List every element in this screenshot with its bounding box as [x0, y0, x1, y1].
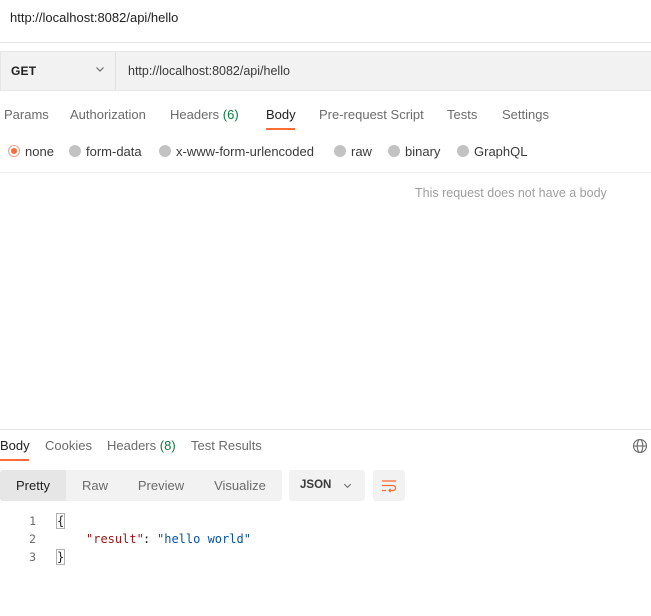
request-tabs: Params Authorization Headers (6) Body Pr… [0, 100, 651, 131]
chevron-down-icon [343, 483, 352, 489]
url-input[interactable]: http://localhost:8082/api/hello [117, 52, 651, 90]
tab-headers[interactable]: Headers (6) [170, 107, 239, 122]
radio-raw-label: raw [351, 144, 372, 159]
format-visualize-button[interactable]: Visualize [198, 470, 282, 501]
radio-urlencoded-label: x-www-form-urlencoded [176, 144, 314, 159]
tab-tests[interactable]: Tests [447, 107, 477, 122]
tab-pre-request-script[interactable]: Pre-request Script [319, 107, 424, 122]
active-tab-indicator [266, 128, 295, 130]
code-line: 3 } [0, 547, 651, 565]
close-brace: } [55, 549, 66, 565]
globe-icon[interactable] [632, 438, 648, 454]
radio-form-data-label: form-data [86, 144, 142, 159]
wrap-lines-icon [382, 480, 397, 493]
line-number: 2 [29, 532, 36, 546]
request-title[interactable]: http://localhost:8082/api/hello [10, 10, 178, 25]
response-tab-headers-label: Headers [107, 438, 157, 453]
line-number: 1 [29, 514, 36, 528]
active-response-tab-indicator [0, 459, 29, 461]
json-key: "result" [86, 532, 144, 546]
radio-none-label: none [25, 144, 54, 159]
url-bar: GET http://localhost:8082/api/hello [0, 51, 651, 91]
response-tab-body[interactable]: Body [0, 438, 30, 453]
radio-binary-label: binary [405, 144, 441, 159]
response-headers-count: (8) [159, 438, 176, 453]
radio-icon [457, 145, 469, 157]
json-colon: : [143, 532, 158, 546]
radio-graphql-label: GraphQL [474, 144, 528, 159]
format-toggle: Pretty Raw Preview Visualize [0, 470, 282, 501]
radio-icon [334, 145, 346, 157]
code-line: 1 { [0, 511, 651, 529]
response-tab-headers[interactable]: Headers (8) [107, 438, 176, 453]
language-select[interactable]: JSON [289, 470, 365, 501]
format-raw-button[interactable]: Raw [66, 470, 124, 501]
tab-headers-label: Headers [170, 107, 220, 122]
response-tab-cookies[interactable]: Cookies [45, 438, 92, 453]
method-select[interactable]: GET [1, 52, 116, 90]
line-number: 3 [29, 550, 36, 564]
url-value: http://localhost:8082/api/hello [128, 64, 290, 78]
tab-body[interactable]: Body [266, 107, 296, 122]
tab-params[interactable]: Params [4, 107, 49, 122]
response-tabs: Body Cookies Headers (8) Test Results [0, 430, 651, 462]
divider [0, 172, 651, 173]
tab-settings[interactable]: Settings [502, 107, 549, 122]
code-line: 2 "result" : "hello world" [0, 529, 651, 547]
response-tab-test-results[interactable]: Test Results [191, 438, 262, 453]
method-label: GET [11, 64, 37, 78]
format-pretty-button[interactable]: Pretty [0, 470, 66, 501]
json-value: "hello world" [157, 532, 251, 546]
radio-icon [159, 145, 171, 157]
radio-selected-icon [8, 145, 20, 157]
tab-authorization[interactable]: Authorization [70, 107, 146, 122]
radio-icon [69, 145, 81, 157]
format-preview-button[interactable]: Preview [124, 470, 198, 501]
body-type-options: none form-data x-www-form-urlencoded raw… [0, 140, 651, 162]
chevron-down-icon [96, 67, 104, 72]
open-brace: { [55, 513, 66, 529]
radio-icon [388, 145, 400, 157]
language-label: JSON [300, 479, 332, 491]
headers-count: (6) [222, 107, 239, 122]
empty-body-message: This request does not have a body [415, 186, 607, 200]
request-title-bar: http://localhost:8082/api/hello [0, 0, 651, 43]
wrap-lines-button[interactable] [373, 470, 405, 501]
response-body-editor[interactable]: 1 { 2 "result" : "hello world" 3 } [0, 511, 651, 571]
